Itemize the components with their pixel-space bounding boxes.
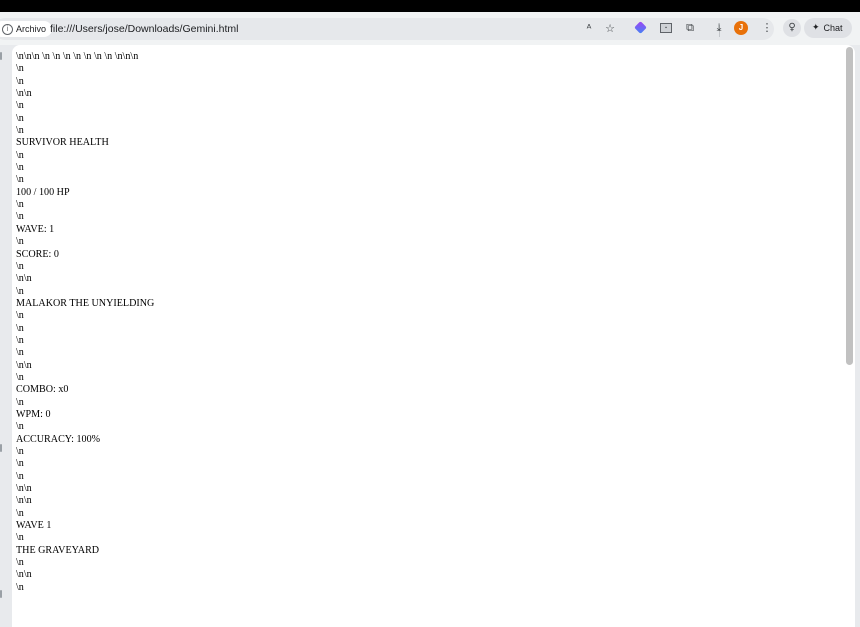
info-icon: i: [2, 23, 13, 35]
page-text-line: \n: [16, 371, 24, 383]
page-text-line: \n: [16, 125, 24, 137]
page-text-line: \n: [16, 174, 24, 186]
page-text-line: \n: [16, 347, 24, 359]
page-text-line: ACCURACY: 100%: [16, 433, 101, 445]
address-bar[interactable]: i Archivo file:///Users/jose/Downloads/G…: [0, 18, 774, 40]
page-text-line: \n: [16, 310, 24, 322]
chat-button-label: Chat: [823, 23, 843, 33]
page-text-line: SCORE: 0: [16, 248, 59, 260]
page-text-line: \n: [16, 396, 24, 408]
page-text-line: \n: [16, 285, 24, 297]
site-info-label: Archivo: [16, 24, 47, 34]
sparkle-icon: ✦: [812, 23, 820, 33]
page-text-line: \n: [16, 75, 24, 87]
page-text-line: 100 / 100 HP: [16, 186, 70, 198]
page-text-line: \n: [16, 322, 24, 334]
page-text-line: \n: [16, 581, 24, 593]
url-text[interactable]: file:///Users/jose/Downloads/Gemini.html: [50, 18, 238, 40]
page-text-line: \n\n: [16, 88, 32, 100]
extension-box-icon[interactable]: ▪: [660, 23, 672, 33]
page-text-line: SURVIVOR HEALTH: [16, 137, 109, 149]
page-content: \n\n\n \n \n \n \n \n \n \n \n\n\n \n \n \n…: [16, 51, 154, 594]
page-text-line: \n: [16, 507, 24, 519]
profile-avatar[interactable]: J: [734, 21, 748, 35]
scrollbar-thumb[interactable]: [846, 47, 853, 365]
page-text-line: \n: [16, 260, 24, 272]
lightbulb-icon[interactable]: ♀: [783, 19, 801, 37]
page-text-line: \n: [16, 421, 24, 433]
chat-button[interactable]: ✦ Chat: [804, 18, 852, 38]
page-text-line: \n\n: [16, 483, 32, 495]
menu-kebab-icon[interactable]: ⋮: [759, 20, 775, 36]
page-text-line: \n\n: [16, 273, 32, 285]
page-text-line: \n\n\n \n \n \n \n \n \n \n \n\n\n: [16, 51, 139, 62]
page-text-line: \n: [16, 149, 24, 161]
translate-icon[interactable]: ᴬ: [582, 22, 596, 36]
bookmark-star-icon[interactable]: ☆: [603, 22, 617, 36]
page-text-line: \n: [16, 236, 24, 248]
side-panel-marker: [0, 52, 2, 60]
window-top-bar: [0, 0, 860, 12]
download-icon[interactable]: ⤓: [711, 20, 727, 36]
page-text-line: WPM: 0: [16, 408, 51, 420]
extensions-puzzle-icon[interactable]: ⧉: [682, 20, 698, 36]
page-text-line: \n: [16, 334, 24, 346]
page-text-line: \n: [16, 100, 24, 112]
side-panel-marker: [0, 444, 2, 452]
page-text-line: MALAKOR THE UNYIELDING: [16, 297, 155, 309]
page-text-line: \n: [16, 557, 24, 569]
page-text-line: \n: [16, 199, 24, 211]
page-text-line: \n: [16, 446, 24, 457]
page-text-line: \n: [16, 458, 24, 470]
browser-toolbar: i Archivo file:///Users/jose/Downloads/G…: [0, 12, 860, 45]
page-viewport: \n\n\n \n \n \n \n \n \n \n \n\n\n \n \n \n…: [12, 45, 855, 627]
site-info-chip[interactable]: i Archivo: [0, 21, 53, 37]
page-text-line: \n: [16, 162, 24, 174]
page-text-line: COMBO: x0: [16, 384, 69, 396]
page-text-line: \n: [16, 63, 24, 75]
vertical-scrollbar[interactable]: [846, 45, 853, 627]
page-text-line: WAVE: 1: [16, 223, 55, 235]
side-panel-marker: [0, 590, 2, 598]
page-text-line: \n\n: [16, 495, 32, 507]
page-text-line: THE GRAVEYARD: [16, 544, 100, 556]
page-text-line: \n\n: [16, 359, 32, 371]
page-text-line: WAVE 1: [16, 520, 52, 532]
page-text-line: \n: [16, 112, 24, 124]
page-text-line: \n: [16, 532, 24, 544]
page-text-line: \n: [16, 211, 24, 223]
page-text-line: \n: [16, 470, 24, 482]
page-text-line: \n\n: [16, 569, 32, 581]
